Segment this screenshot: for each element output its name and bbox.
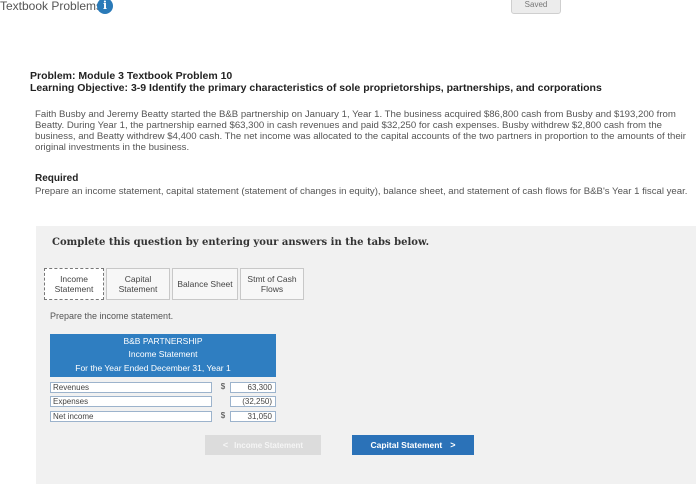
row-value-input[interactable]: 31,050 [230,411,276,422]
statement-name: Income Statement [128,349,198,359]
tab-income-statement[interactable]: Income Statement [44,268,104,300]
learning-objective: Learning Objective: 3-9 Identify the pri… [30,82,602,94]
required-heading: Required [35,173,79,184]
next-tab-button[interactable]: Capital Statement > [352,435,474,455]
problem-title: Problem: Module 3 Textbook Problem 10 [30,70,233,82]
row-label-input[interactable]: Expenses [50,396,212,407]
prev-tab-button[interactable]: < Income Statement [205,435,321,455]
company-name: B&B PARTNERSHIP [123,336,203,346]
required-text: Prepare an income statement, capital sta… [35,186,688,197]
top-bar: Textbook Problems i Saved [0,0,700,14]
saved-status-badge: Saved [511,0,561,14]
instruction-text: Prepare the income statement. [50,311,174,321]
question-panel: Complete this question by entering your … [36,226,696,484]
row-label-input[interactable]: Revenues [50,382,212,393]
panel-heading: Complete this question by entering your … [52,237,430,248]
tab-capital-statement[interactable]: Capital Statement [106,268,170,300]
table-row: Net income $ 31,050 [50,411,276,423]
tab-balance-sheet[interactable]: Balance Sheet [172,268,238,300]
tab-stmt-of-cash-flows[interactable]: Stmt of Cash Flows [240,268,304,300]
problem-description: Faith Busby and Jeremy Beatty started th… [35,109,686,153]
info-icon[interactable]: i [97,0,113,14]
row-value-input[interactable]: 63,300 [230,382,276,393]
currency-symbol [216,396,230,407]
chevron-left-icon: < [222,440,229,450]
chevron-right-icon: > [450,440,456,450]
table-row: Expenses (32,250) [50,396,276,408]
table-row: Revenues $ 63,300 [50,382,276,394]
row-label-input[interactable]: Net income [50,411,212,422]
statement-header: B&B PARTNERSHIP Income Statement For the… [50,334,276,377]
row-value-input[interactable]: (32,250) [230,396,276,407]
statement-period: For the Year Ended December 31, Year 1 [75,363,231,373]
currency-symbol: $ [220,411,226,420]
app-title: Textbook Problems [0,0,103,13]
currency-symbol: $ [220,382,226,391]
statement-tabs: Income Statement Capital Statement Balance… [44,268,306,302]
